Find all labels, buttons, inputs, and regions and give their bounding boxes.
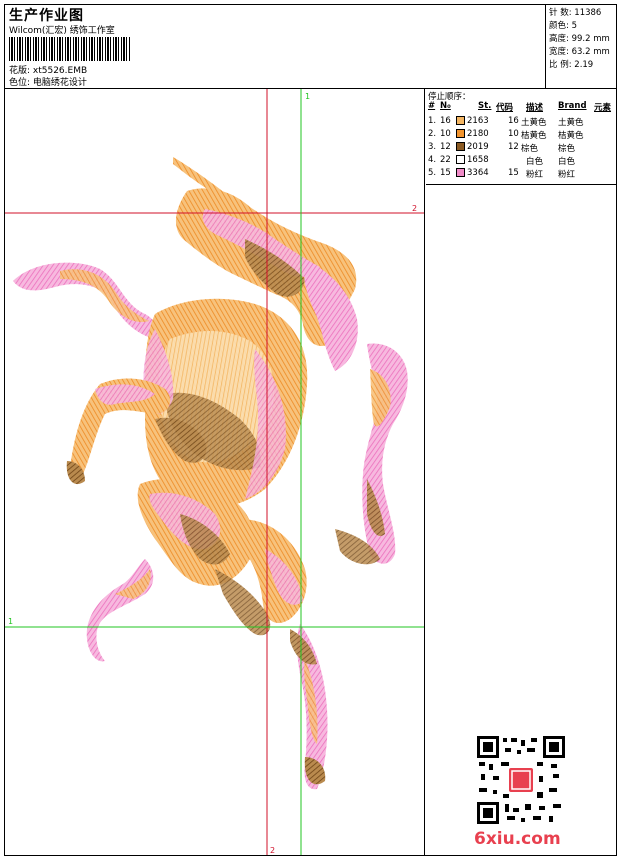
table-row: 3. 12 2019 12 棕色 棕色 — [428, 142, 576, 154]
table-row: 1. 16 2163 16 土黄色 土黄色 — [428, 116, 584, 128]
site-watermark: 6xiu.com — [474, 829, 561, 849]
guide-label-red-top: 2 — [412, 204, 417, 213]
col-no: N₀ — [440, 101, 451, 111]
stats-box: 针 数: 11386 颜色: 5 高度: 99.2 mm 宽度: 63.2 mm… — [546, 5, 616, 89]
stat-height: 高度: 99.2 mm — [549, 34, 610, 44]
qr-code — [477, 736, 565, 824]
color-swatch — [456, 129, 465, 138]
col-brand: Brand — [558, 101, 587, 111]
table-row: 2. 10 2180 10 桔黄色 桔黄色 — [428, 129, 584, 141]
stat-stitches: 针 数: 11386 — [549, 8, 602, 18]
color-swatch — [456, 168, 465, 177]
col-desc: 描述 — [526, 103, 544, 113]
table-row: 5. 15 3364 15 粉红 粉红 — [428, 168, 576, 180]
col-hash: # — [428, 101, 436, 111]
unicorn-embroidery: 1 1 2 2 — [5, 89, 424, 855]
header-info: 生产作业图 Wilcom(汇宏) 绣饰工作室 花版: xt5526.EMB 色位… — [5, 5, 546, 89]
stat-scale: 比 例: 2.19 — [549, 60, 594, 70]
guide-label-red-bottom: 2 — [270, 846, 275, 855]
col-element: 元素 — [594, 103, 612, 113]
guide-label-green-left: 1 — [8, 617, 13, 626]
stop-sequence-panel: 停止顺序： # N₀ St. 代码 描述 Brand 元素 1. 16 2163… — [426, 89, 616, 185]
color-position: 色位: 电脑绣花设计 — [9, 78, 87, 88]
stat-colors: 颜色: 5 — [549, 21, 578, 31]
embroidery-preview: 1 1 2 2 — [5, 89, 425, 855]
color-swatch — [456, 155, 465, 164]
color-swatch — [456, 116, 465, 125]
guide-label-green-top: 1 — [305, 92, 310, 101]
color-swatch — [456, 142, 465, 151]
company-name: Wilcom(汇宏) 绣饰工作室 — [9, 26, 115, 36]
col-st: St. — [478, 101, 492, 111]
page-title: 生产作业图 — [9, 8, 84, 24]
barcode — [9, 37, 131, 61]
col-code: 代码 — [496, 103, 514, 113]
production-sheet: 生产作业图 Wilcom(汇宏) 绣饰工作室 花版: xt5526.EMB 色位… — [4, 4, 617, 856]
stat-width: 宽度: 63.2 mm — [549, 47, 610, 57]
table-row: 4. 22 1658 白色 白色 — [428, 155, 576, 167]
